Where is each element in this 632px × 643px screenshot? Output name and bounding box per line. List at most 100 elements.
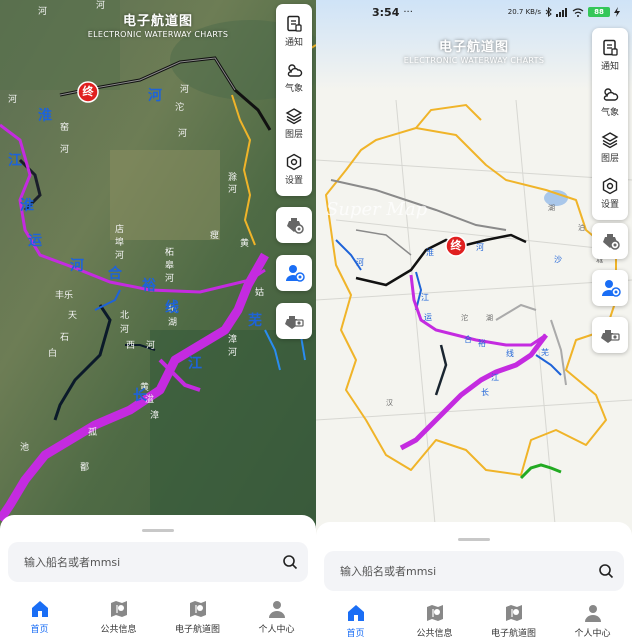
settings-button[interactable]: 设置 xyxy=(276,146,312,192)
svg-text:淮: 淮 xyxy=(20,197,34,214)
layers-label: 图层 xyxy=(284,129,303,140)
notice-button-right[interactable]: 通知 xyxy=(592,32,628,78)
svg-text:鄱: 鄱 xyxy=(80,462,89,473)
tab-public-info-label: 公共信息 xyxy=(100,625,137,635)
tab-profile-label: 个人中心 xyxy=(574,629,611,639)
svg-text:河: 河 xyxy=(228,346,237,358)
notice-icon xyxy=(603,39,618,56)
layers-label: 图层 xyxy=(600,153,619,164)
svg-text:西: 西 xyxy=(126,340,135,351)
svg-text:沱: 沱 xyxy=(175,101,184,113)
search-input-right[interactable]: 输入船名或者mmsi xyxy=(340,563,598,579)
tab-chart-map-label: 电子航道图 xyxy=(490,629,536,639)
bottom-tab-bar: 首页 公共信息 电子航道图 个人中心 xyxy=(0,593,316,643)
svg-text:运: 运 xyxy=(424,313,432,322)
svg-text:淮: 淮 xyxy=(426,247,434,257)
svg-text:北: 北 xyxy=(120,310,129,321)
my-location-button-right[interactable] xyxy=(592,270,628,306)
svg-text:线: 线 xyxy=(506,348,514,358)
public-info-icon xyxy=(110,601,127,617)
end-marker-right[interactable]: 终 xyxy=(446,237,466,255)
map-tool-panel: 通知 气象 图层 设置 xyxy=(276,4,312,196)
ship-photo-button[interactable] xyxy=(276,303,312,339)
ship-photo-button-right[interactable] xyxy=(592,317,628,353)
layers-button[interactable]: 图层 xyxy=(276,100,312,146)
satellite-map[interactable]: 河河沱 河河河 窑河 店埠河 柘皋河 丰乐天石 白北河 西河杭 湖滁河 瘦黄姑 … xyxy=(0,0,316,530)
svg-text:孤: 孤 xyxy=(88,426,97,438)
weather-button[interactable]: 气象 xyxy=(276,54,312,100)
net-speed: 20.7 KB/s xyxy=(507,8,541,16)
svg-text:运: 运 xyxy=(28,233,42,249)
svg-text:河: 河 xyxy=(70,257,84,274)
notice-button[interactable]: 通知 xyxy=(276,8,312,54)
svg-text:柘: 柘 xyxy=(165,246,174,258)
svg-text:淮: 淮 xyxy=(38,107,52,124)
layers-button-right[interactable]: 图层 xyxy=(592,124,628,170)
app-title-right: 电子航道图 ELECTRONIC WATERWAY CHARTS xyxy=(316,36,632,65)
chart-map-icon xyxy=(505,605,522,621)
svg-text:白: 白 xyxy=(48,347,57,359)
svg-text:漳: 漳 xyxy=(150,409,159,421)
settings-button-right[interactable]: 设置 xyxy=(592,170,628,216)
app-title-en-right: ELECTRONIC WATERWAY CHARTS xyxy=(403,56,545,65)
notice-label: 通知 xyxy=(284,37,303,48)
layers-icon xyxy=(601,131,619,148)
svg-text:黄: 黄 xyxy=(240,237,249,249)
svg-text:合: 合 xyxy=(464,334,472,344)
sheet-handle-right[interactable] xyxy=(458,538,490,541)
bottom-tab-bar-right: 首页 公共信息 电子航道图 个人中心 xyxy=(316,597,632,643)
svg-text:店: 店 xyxy=(115,223,124,235)
settings-label: 设置 xyxy=(284,175,303,186)
ship-locate-button[interactable] xyxy=(276,207,312,243)
svg-text:漳: 漳 xyxy=(228,333,237,345)
tab-home-right[interactable]: 首页 xyxy=(316,597,395,643)
map-tool-panel-right: 通知 气象 图层 设置 xyxy=(592,28,628,220)
search-bar[interactable]: 输入船名或者mmsi xyxy=(8,542,308,582)
sheet-handle[interactable] xyxy=(142,529,174,532)
tab-profile-right[interactable]: 个人中心 xyxy=(553,597,632,643)
tab-home[interactable]: 首页 xyxy=(0,593,79,643)
svg-text:河: 河 xyxy=(146,339,155,351)
person-locate-icon xyxy=(286,265,305,282)
svg-text:瘦: 瘦 xyxy=(210,229,219,241)
notice-icon xyxy=(287,15,302,32)
chart-map-icon xyxy=(189,601,206,617)
search-icon[interactable] xyxy=(282,554,298,570)
weather-icon xyxy=(603,87,619,101)
my-location-button[interactable] xyxy=(276,255,312,291)
svg-text:长: 长 xyxy=(481,387,489,397)
vector-map[interactable]: 淮河沙 河江运 合裕线 芜长江 湖泊城 沱湖汉 Super Map 终 xyxy=(316,0,632,535)
tab-profile[interactable]: 个人中心 xyxy=(237,593,316,643)
home-icon xyxy=(31,601,48,617)
ship-locate-button-right[interactable] xyxy=(592,223,628,259)
home-icon xyxy=(347,605,364,621)
app-title: 电子航道图 ELECTRONIC WATERWAY CHARTS xyxy=(0,10,316,39)
search-input[interactable]: 输入船名或者mmsi xyxy=(24,554,282,570)
svg-text:河: 河 xyxy=(180,83,189,95)
svg-text:线: 线 xyxy=(165,299,179,316)
tab-home-label: 首页 xyxy=(30,625,49,635)
person-icon xyxy=(268,601,285,618)
weather-button-right[interactable]: 气象 xyxy=(592,78,628,124)
end-marker[interactable]: 终 xyxy=(78,83,98,101)
settings-label: 设置 xyxy=(600,199,619,210)
person-icon xyxy=(584,605,601,622)
tab-chart-map[interactable]: 电子航道图 xyxy=(158,593,237,643)
search-bar-right[interactable]: 输入船名或者mmsi xyxy=(324,551,624,591)
svg-text:汉: 汉 xyxy=(386,399,393,407)
weather-icon xyxy=(287,63,303,77)
search-icon[interactable] xyxy=(598,563,614,579)
svg-text:长: 长 xyxy=(133,387,148,404)
svg-text:湖: 湖 xyxy=(486,313,493,322)
tab-chart-map-right[interactable]: 电子航道图 xyxy=(474,597,553,643)
tab-public-info[interactable]: 公共信息 xyxy=(79,593,158,643)
notice-label: 通知 xyxy=(600,61,619,72)
status-more: ··· xyxy=(403,6,413,18)
right-screen: 淮河沙 河江运 合裕线 芜长江 湖泊城 沱湖汉 Super Map 终 3:54… xyxy=(316,0,632,643)
svg-text:姑: 姑 xyxy=(255,286,264,298)
charging-icon xyxy=(614,7,620,17)
svg-text:裕: 裕 xyxy=(478,338,486,348)
tab-public-info-right[interactable]: 公共信息 xyxy=(395,597,474,643)
svg-text:河: 河 xyxy=(356,257,364,267)
tab-chart-map-label: 电子航道图 xyxy=(174,625,220,635)
